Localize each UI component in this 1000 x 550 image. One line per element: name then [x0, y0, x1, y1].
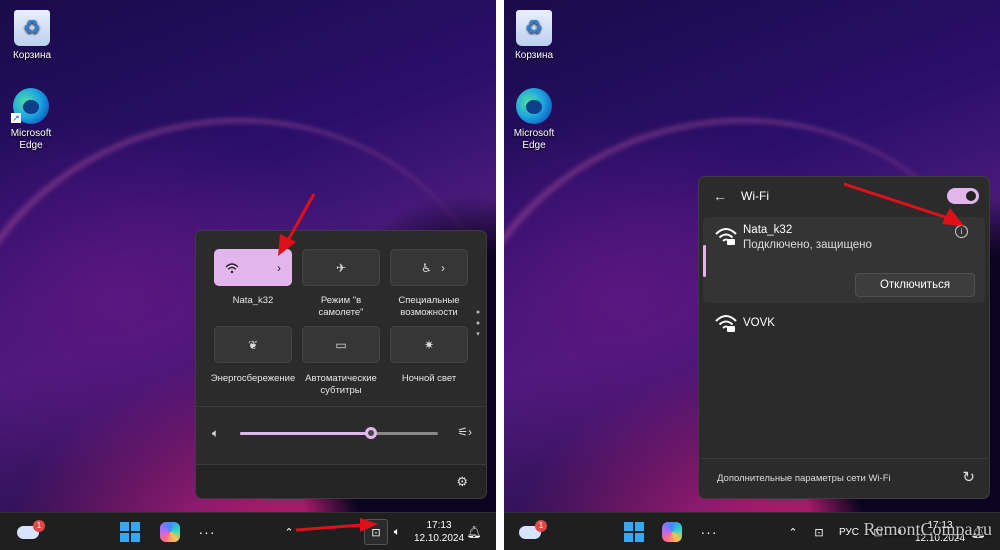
- cloud-icon: 1: [17, 519, 45, 539]
- tile-label: Nata_k32: [232, 295, 274, 306]
- copilot-button[interactable]: [160, 513, 180, 550]
- tile-label: Режим "в самолете": [318, 295, 364, 318]
- audio-output-icon[interactable]: ⚟›: [457, 425, 472, 439]
- more-apps-button[interactable]: ···: [196, 513, 218, 550]
- chevron-up-icon[interactable]: ⌃: [786, 513, 800, 550]
- tile-accessibility[interactable]: ♿ ›: [390, 249, 468, 286]
- recycle-bin-icon: [516, 10, 552, 46]
- airplane-icon: ✈: [335, 260, 347, 275]
- tile-label: Ночной свет: [401, 373, 457, 384]
- night-light-icon: ✷: [423, 337, 435, 352]
- image-divider: [496, 0, 504, 550]
- desktop-icon-edge[interactable]: Microsoft Edge: [1, 88, 61, 152]
- volume-slider-thumb[interactable]: [364, 427, 377, 439]
- weather-widget[interactable]: 1: [516, 513, 547, 550]
- wifi-toggle[interactable]: [947, 188, 979, 204]
- tile-label: Энергосбережение: [210, 373, 296, 384]
- more-apps-button[interactable]: ···: [698, 513, 720, 550]
- watermark: RemontCompa.ru: [863, 519, 993, 539]
- notification-badge: 1: [535, 519, 547, 532]
- desktop-icon-label: Корзина: [12, 50, 52, 61]
- network-item-connected[interactable]: Nata_k32 Подключено, защищено i Отключит…: [703, 217, 985, 303]
- wifi-icon: [715, 228, 737, 245]
- date: 12.10.2024: [413, 533, 465, 544]
- desktop-icon-label: Microsoft Edge: [513, 128, 555, 151]
- desktop-icon-edge[interactable]: Microsoft Edge: [504, 88, 564, 152]
- accessibility-icon: ♿: [421, 260, 432, 275]
- copilot-icon: [160, 522, 180, 542]
- start-button[interactable]: [120, 513, 140, 550]
- time: 17:13: [426, 520, 452, 531]
- wifi-header: ← Wi-Fi: [699, 177, 989, 215]
- disconnect-button[interactable]: Отключиться: [855, 273, 975, 297]
- leaf-icon: ❦: [247, 337, 259, 352]
- desktop-icon-label: Microsoft Edge: [10, 128, 52, 151]
- clock[interactable]: 17:13 12.10.2024: [414, 513, 464, 550]
- taskbar: 1 ··· ⌃ ⊡ 🔈︎ 17:13 12.10.2024 🔔︎: [0, 512, 496, 550]
- edge-icon: [516, 88, 552, 124]
- divider: [196, 406, 486, 407]
- tile-label: Специальные возможности: [398, 295, 460, 318]
- weather-widget[interactable]: 1: [14, 513, 45, 550]
- network-icon: ⊡: [371, 526, 381, 539]
- wifi-title: Wi-Fi: [741, 189, 769, 203]
- refresh-icon[interactable]: ↻: [962, 468, 975, 486]
- back-arrow-icon[interactable]: ←: [713, 188, 727, 204]
- windows-logo-icon: [624, 522, 644, 542]
- wifi-footer: Дополнительные параметры сети Wi-Fi ↻: [699, 458, 989, 498]
- start-button[interactable]: [624, 513, 644, 550]
- copilot-button[interactable]: [662, 513, 682, 550]
- wifi-flyout: ← Wi-Fi Nata_k32 Подключено, защищено i …: [698, 176, 990, 499]
- windows-logo-icon: [120, 522, 140, 542]
- selection-accent: [703, 245, 706, 277]
- chevron-right-icon[interactable]: ›: [441, 261, 445, 275]
- gear-icon[interactable]: ⚙: [456, 474, 468, 490]
- network-name: VOVK: [743, 317, 775, 329]
- quick-settings-flyout: › ✈ ♿ › Nata_k32 Режим "в самолете" Спец…: [195, 230, 487, 499]
- network-icon[interactable]: ⊡: [810, 513, 828, 550]
- network-status-button[interactable]: ⊡: [364, 519, 388, 545]
- bell-icon[interactable]: 🔔︎: [466, 513, 482, 550]
- more-wifi-settings-link[interactable]: Дополнительные параметры сети Wi-Fi: [717, 473, 891, 484]
- desktop-icon-recycle-bin[interactable]: Корзина: [2, 10, 62, 62]
- notification-badge: 1: [33, 519, 45, 532]
- screenshot-left: Корзина Microsoft Edge ↗ › ✈ ♿ › Nata_k3…: [0, 0, 496, 550]
- speaker-icon[interactable]: 🔈︎: [212, 426, 219, 441]
- desktop-icon-label: Корзина: [514, 50, 554, 61]
- volume-fill: [240, 432, 371, 435]
- language-indicator[interactable]: РУС: [837, 513, 861, 550]
- recycle-bin-icon: [14, 10, 50, 46]
- desktop-icon-recycle-bin[interactable]: Корзина: [504, 10, 564, 62]
- chevron-up-icon[interactable]: ⌃: [282, 513, 296, 550]
- copilot-icon: [662, 522, 682, 542]
- network-name: Nata_k32: [743, 224, 793, 236]
- tile-night-light[interactable]: ✷: [390, 326, 468, 363]
- tile-airplane-mode[interactable]: ✈: [302, 249, 380, 286]
- page-indicator[interactable]: ● ● ▾: [475, 307, 481, 340]
- tile-label: Автоматические субтитры: [305, 373, 377, 396]
- network-status: Подключено, защищено: [743, 239, 872, 251]
- tile-wifi[interactable]: ›: [214, 249, 292, 286]
- volume-row: 🔈︎ ⚟›: [212, 424, 472, 442]
- tile-energy-saver[interactable]: ❦: [214, 326, 292, 363]
- cloud-icon: 1: [519, 519, 547, 539]
- wifi-icon: [715, 315, 737, 332]
- volume-icon[interactable]: 🔈︎: [388, 513, 406, 550]
- tile-live-captions[interactable]: ▭: [302, 326, 380, 363]
- screenshot-right: Корзина Microsoft Edge ← Wi-Fi Nata_k32 …: [504, 0, 1000, 550]
- info-icon[interactable]: i: [955, 225, 968, 238]
- chevron-right-icon[interactable]: ›: [277, 261, 281, 275]
- captions-icon: ▭: [335, 337, 347, 352]
- shortcut-arrow-icon: ↗: [11, 113, 21, 123]
- network-item[interactable]: VOVK: [703, 307, 985, 341]
- wifi-icon: [225, 262, 239, 273]
- quick-settings-footer: ⚙: [196, 464, 486, 498]
